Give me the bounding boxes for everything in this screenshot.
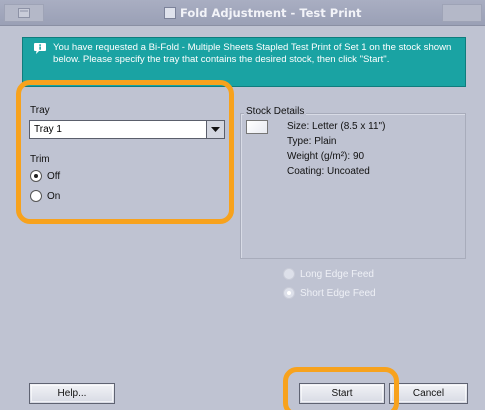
- stock-details-group: [240, 113, 466, 259]
- app-icon: [164, 7, 176, 19]
- window-menu-button[interactable]: [4, 4, 44, 22]
- help-button[interactable]: Help...: [29, 383, 115, 404]
- cancel-button-label: Cancel: [412, 388, 445, 399]
- paper-stock-icon: [246, 120, 268, 134]
- info-bubble-icon: [33, 42, 47, 58]
- short-edge-feed-label: Short Edge Feed: [300, 287, 376, 299]
- long-edge-feed-label: Long Edge Feed: [300, 268, 374, 280]
- banner-message: You have requested a Bi-Fold - Multiple …: [53, 42, 452, 65]
- radio-unselected-icon: [283, 268, 295, 280]
- tray-trim-highlight: [16, 80, 234, 224]
- window-title: Fold Adjustment - Test Print: [180, 6, 362, 20]
- window-controls[interactable]: [442, 4, 482, 22]
- stock-weight: Weight (g/m²): 90: [287, 151, 365, 162]
- stock-type: Type: Plain: [287, 136, 337, 147]
- short-edge-feed-radio[interactable]: Short Edge Feed: [283, 287, 376, 299]
- help-button-label: Help...: [57, 388, 87, 399]
- cancel-button[interactable]: Cancel: [389, 383, 468, 404]
- long-edge-feed-radio[interactable]: Long Edge Feed: [283, 268, 374, 280]
- title-group: Fold Adjustment - Test Print: [164, 5, 362, 21]
- fold-adjustment-dialog: Fold Adjustment - Test Print You have re…: [0, 0, 485, 410]
- stock-coating: Coating: Uncoated: [287, 166, 370, 177]
- radio-selected-icon: [283, 287, 295, 299]
- stock-details-legend: Stock Details: [244, 106, 307, 117]
- start-button-highlight: [283, 367, 399, 410]
- title-bar: Fold Adjustment - Test Print: [0, 0, 485, 26]
- stock-size: Size: Letter (8.5 x 11"): [287, 121, 386, 132]
- window-menu-icon: [18, 8, 30, 18]
